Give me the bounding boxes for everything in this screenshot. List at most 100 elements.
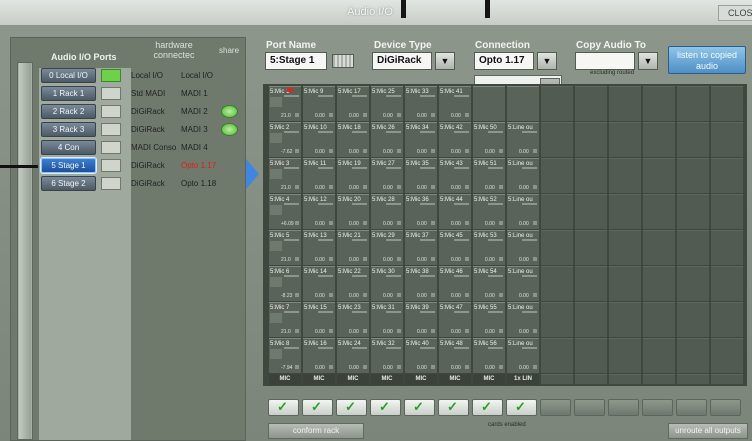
- port-button[interactable]: 4 Con: [41, 140, 96, 155]
- port-led[interactable]: [101, 141, 121, 154]
- channel-cell[interactable]: 5:Mic 22 0.00: [337, 266, 369, 301]
- phantom-indicator[interactable]: [499, 329, 503, 333]
- channel-cell[interactable]: 5:Mic 14 0.00: [303, 266, 335, 301]
- channel-cell[interactable]: 5:Mic 23 0.00: [337, 302, 369, 337]
- phantom-indicator[interactable]: [499, 149, 503, 153]
- channel-cell[interactable]: 5:Mic 21 0.00: [337, 230, 369, 265]
- phantom-indicator[interactable]: [431, 113, 435, 117]
- card-enable-checkbox[interactable]: ✓: [370, 399, 401, 416]
- phantom-indicator[interactable]: [329, 365, 333, 369]
- ports-scrollbar[interactable]: [17, 62, 33, 440]
- phantom-indicator[interactable]: [465, 365, 469, 369]
- phantom-indicator[interactable]: [295, 185, 299, 189]
- channel-cell[interactable]: 5:Mic 55 0.00: [473, 302, 505, 337]
- phantom-indicator[interactable]: [431, 221, 435, 225]
- phantom-indicator[interactable]: [499, 365, 503, 369]
- channel-cell[interactable]: 5:Mic 24 0.00: [337, 338, 369, 373]
- phantom-indicator[interactable]: [533, 293, 537, 297]
- channel-cell[interactable]: 5:Mic 2 -7.62: [269, 122, 301, 157]
- channel-cell[interactable]: 5:Mic 26 0.00: [371, 122, 403, 157]
- phantom-indicator[interactable]: [533, 329, 537, 333]
- channel-cell[interactable]: 5:Mic 56 0.00: [473, 338, 505, 373]
- phantom-indicator[interactable]: [499, 221, 503, 225]
- phantom-indicator[interactable]: [295, 149, 299, 153]
- channel-cell[interactable]: 5:Mic 10 0.00: [303, 122, 335, 157]
- card-enable-checkbox[interactable]: ✓: [302, 399, 333, 416]
- port-button[interactable]: 1 Rack 1: [41, 86, 96, 101]
- phantom-indicator[interactable]: [295, 329, 299, 333]
- channel-cell[interactable]: 5:Mic 30 0.00: [371, 266, 403, 301]
- phantom-indicator[interactable]: [397, 329, 401, 333]
- share-indicator[interactable]: [221, 123, 238, 136]
- channel-cell[interactable]: 5:Mic 11 0.00: [303, 158, 335, 193]
- card-enable-checkbox[interactable]: ✓: [506, 399, 537, 416]
- port-name-field[interactable]: 5:Stage 1: [265, 52, 327, 70]
- phantom-indicator[interactable]: [465, 221, 469, 225]
- port-led[interactable]: [101, 105, 121, 118]
- phantom-indicator[interactable]: [431, 185, 435, 189]
- channel-cell[interactable]: 5:Mic 33 0.00: [405, 86, 437, 121]
- card-enable-checkbox[interactable]: ✓: [404, 399, 435, 416]
- phantom-indicator[interactable]: [431, 257, 435, 261]
- channel-cell[interactable]: 5:Mic 52 0.00: [473, 194, 505, 229]
- card-slot-button[interactable]: [710, 399, 741, 416]
- channel-cell[interactable]: 5:Mic 46 0.00: [439, 266, 471, 301]
- channel-cell[interactable]: 5:Mic 20 0.00: [337, 194, 369, 229]
- card-slot-button[interactable]: [574, 399, 605, 416]
- channel-cell[interactable]: 5:Mic 39 0.00: [405, 302, 437, 337]
- phantom-indicator[interactable]: [499, 185, 503, 189]
- connection-select[interactable]: Opto 1.17: [474, 52, 534, 70]
- channel-cell[interactable]: 5:Line ou 0.00: [507, 194, 539, 229]
- copy-audio-dropdown-button[interactable]: ▼: [638, 52, 658, 70]
- channel-cell[interactable]: 5:Mic 16 0.00: [303, 338, 335, 373]
- card-enable-checkbox[interactable]: ✓: [268, 399, 299, 416]
- channel-cell[interactable]: 5:Mic 27 0.00: [371, 158, 403, 193]
- channel-cell[interactable]: 5:Mic 15 0.00: [303, 302, 335, 337]
- channel-cell[interactable]: 5:Mic 25 0.00: [371, 86, 403, 121]
- channel-cell[interactable]: 5:Mic 3 21.0: [269, 158, 301, 193]
- channel-cell[interactable]: 5:Mic 12 0.00: [303, 194, 335, 229]
- phantom-indicator[interactable]: [363, 293, 367, 297]
- phantom-indicator[interactable]: [533, 185, 537, 189]
- channel-cell[interactable]: 5:Mic 6 -8.23: [269, 266, 301, 301]
- phantom-indicator[interactable]: [397, 221, 401, 225]
- channel-cell[interactable]: 5:Mic 13 0.00: [303, 230, 335, 265]
- phantom-indicator[interactable]: [499, 293, 503, 297]
- copy-audio-select[interactable]: [575, 52, 635, 70]
- close-button[interactable]: CLOSE: [718, 5, 752, 21]
- card-slot-button[interactable]: [642, 399, 673, 416]
- phantom-indicator[interactable]: [465, 185, 469, 189]
- phantom-indicator[interactable]: [397, 293, 401, 297]
- phantom-indicator[interactable]: [295, 293, 299, 297]
- phantom-indicator[interactable]: [329, 113, 333, 117]
- channel-cell[interactable]: 5:Mic 7 21.0: [269, 302, 301, 337]
- phantom-indicator[interactable]: [465, 149, 469, 153]
- card-enable-checkbox[interactable]: ✓: [336, 399, 367, 416]
- channel-cell[interactable]: 5:Mic 18 0.00: [337, 122, 369, 157]
- phantom-indicator[interactable]: [329, 221, 333, 225]
- phantom-indicator[interactable]: [363, 365, 367, 369]
- channel-cell[interactable]: 5:Mic 9 0.00: [303, 86, 335, 121]
- channel-cell[interactable]: 5:Mic 17 0.00: [337, 86, 369, 121]
- share-indicator[interactable]: [221, 105, 238, 118]
- phantom-indicator[interactable]: [363, 149, 367, 153]
- phantom-indicator[interactable]: [363, 113, 367, 117]
- card-slot-button[interactable]: [608, 399, 639, 416]
- phantom-indicator[interactable]: [397, 365, 401, 369]
- channel-cell[interactable]: 5:Mic 45 0.00: [439, 230, 471, 265]
- channel-cell[interactable]: 5:Line ou 0.00: [507, 158, 539, 193]
- channel-cell[interactable]: 5:Mic 41 0.00: [439, 86, 471, 121]
- channel-cell[interactable]: 5:Mic 43 0.00: [439, 158, 471, 193]
- unroute-all-button[interactable]: unroute all outputs: [668, 423, 748, 439]
- channel-cell[interactable]: 5:Mic 38 0.00: [405, 266, 437, 301]
- phantom-indicator[interactable]: [465, 257, 469, 261]
- phantom-indicator[interactable]: [363, 221, 367, 225]
- card-enable-checkbox[interactable]: ✓: [472, 399, 503, 416]
- port-button[interactable]: 0 Local I/O: [41, 68, 96, 83]
- card-slot-button[interactable]: [540, 399, 571, 416]
- channel-cell[interactable]: 5:Mic 29 0.00: [371, 230, 403, 265]
- phantom-indicator[interactable]: [295, 113, 299, 117]
- phantom-indicator[interactable]: [295, 257, 299, 261]
- phantom-indicator[interactable]: [329, 257, 333, 261]
- connection-dropdown-button[interactable]: ▼: [537, 52, 557, 70]
